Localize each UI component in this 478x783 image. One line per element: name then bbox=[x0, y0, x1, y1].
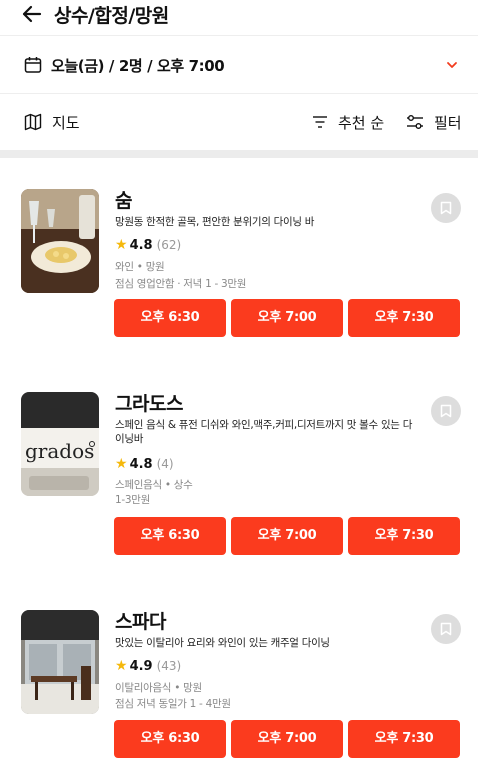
grados-logo-text: grados bbox=[25, 439, 94, 463]
map-button[interactable]: 지도 bbox=[52, 112, 80, 133]
review-count: (4) bbox=[156, 457, 174, 471]
time-slot-group: 오후 6:30 오후 7:00 오후 7:30 bbox=[114, 517, 461, 555]
restaurant-description: 맛있는 이탈리아 요리와 와인이 있는 캐주얼 다이닝 bbox=[115, 637, 330, 649]
rating-score: 4.8 bbox=[129, 238, 153, 253]
restaurant-photo bbox=[21, 610, 99, 714]
reservation-summary: 오늘(금) / 2명 / 오후 7:00 bbox=[51, 57, 225, 75]
cuisine-location: 스페인음식 • 상수 bbox=[115, 479, 193, 491]
toolbar: 지도 추천 순 필터 bbox=[0, 95, 478, 150]
restaurant-description: 망원동 한적한 골목, 편안한 분위기의 다이닝 바 bbox=[115, 216, 315, 228]
time-slot-button[interactable]: 오후 7:30 bbox=[348, 517, 460, 555]
star-icon: ★ bbox=[115, 658, 128, 674]
price-hours: 1-3만원 bbox=[115, 494, 150, 506]
time-slot-group: 오후 6:30 오후 7:00 오후 7:30 bbox=[114, 299, 461, 337]
cuisine-location: 이탈리아음식 • 망원 bbox=[115, 682, 202, 694]
restaurant-photo bbox=[21, 189, 99, 293]
restaurant-photo: grados bbox=[21, 392, 99, 496]
filter-button[interactable]: 필터 bbox=[434, 112, 462, 133]
bookmark-button[interactable] bbox=[431, 193, 461, 223]
bookmark-button[interactable] bbox=[431, 396, 461, 426]
bookmark-button[interactable] bbox=[431, 614, 461, 644]
time-slot-group: 오후 6:30 오후 7:00 오후 7:30 bbox=[114, 720, 461, 758]
bookmark-icon bbox=[440, 404, 452, 418]
map-icon[interactable] bbox=[24, 113, 42, 131]
time-slot-button[interactable]: 오후 6:30 bbox=[114, 299, 226, 337]
time-slot-button[interactable]: 오후 7:30 bbox=[348, 720, 460, 758]
star-icon: ★ bbox=[115, 456, 128, 472]
arrow-left-icon[interactable] bbox=[20, 2, 44, 26]
rating-row: ★ 4.8 (4) bbox=[115, 456, 174, 472]
cuisine-location: 와인 • 망원 bbox=[115, 261, 165, 273]
calendar-icon bbox=[24, 57, 42, 73]
sort-icon[interactable] bbox=[312, 115, 328, 129]
chevron-down-icon[interactable] bbox=[445, 58, 459, 72]
time-slot-button[interactable]: 오후 6:30 bbox=[114, 517, 226, 555]
rating-row: ★ 4.8 (62) bbox=[115, 237, 181, 253]
price-hours: 점심 영업안함 · 저녁 1 - 3만원 bbox=[115, 278, 247, 290]
bookmark-icon bbox=[440, 201, 452, 215]
rating-score: 4.9 bbox=[129, 659, 153, 674]
rating-score: 4.8 bbox=[129, 457, 153, 472]
reservation-selector[interactable]: 오늘(금) / 2명 / 오후 7:00 bbox=[0, 37, 478, 94]
section-divider bbox=[0, 150, 478, 158]
review-count: (62) bbox=[156, 238, 182, 252]
time-slot-button[interactable]: 오후 7:00 bbox=[231, 720, 343, 758]
time-slot-button[interactable]: 오후 7:30 bbox=[348, 299, 460, 337]
time-slot-button[interactable]: 오후 6:30 bbox=[114, 720, 226, 758]
restaurant-name[interactable]: 스파다 bbox=[115, 607, 166, 634]
sort-button[interactable]: 추천 순 bbox=[338, 112, 384, 133]
star-icon: ★ bbox=[115, 237, 128, 253]
time-slot-button[interactable]: 오후 7:00 bbox=[231, 517, 343, 555]
review-count: (43) bbox=[156, 659, 182, 673]
restaurant-name[interactable]: 그라도스 bbox=[115, 389, 183, 416]
app-header: 상수/합정/망원 bbox=[0, 0, 478, 36]
restaurant-name[interactable]: 숨 bbox=[115, 186, 132, 213]
filter-sliders-icon[interactable] bbox=[406, 114, 424, 130]
time-slot-button[interactable]: 오후 7:00 bbox=[231, 299, 343, 337]
price-hours: 점심 저녁 동일가 1 - 4만원 bbox=[115, 698, 231, 710]
bookmark-icon bbox=[440, 622, 452, 636]
page-title: 상수/합정/망원 bbox=[54, 5, 169, 27]
rating-row: ★ 4.9 (43) bbox=[115, 658, 181, 674]
restaurant-description: 스페인 음식 & 퓨전 디쉬와 와인,맥주,커피,디저트까지 맛 볼수 있는 다… bbox=[115, 419, 413, 445]
